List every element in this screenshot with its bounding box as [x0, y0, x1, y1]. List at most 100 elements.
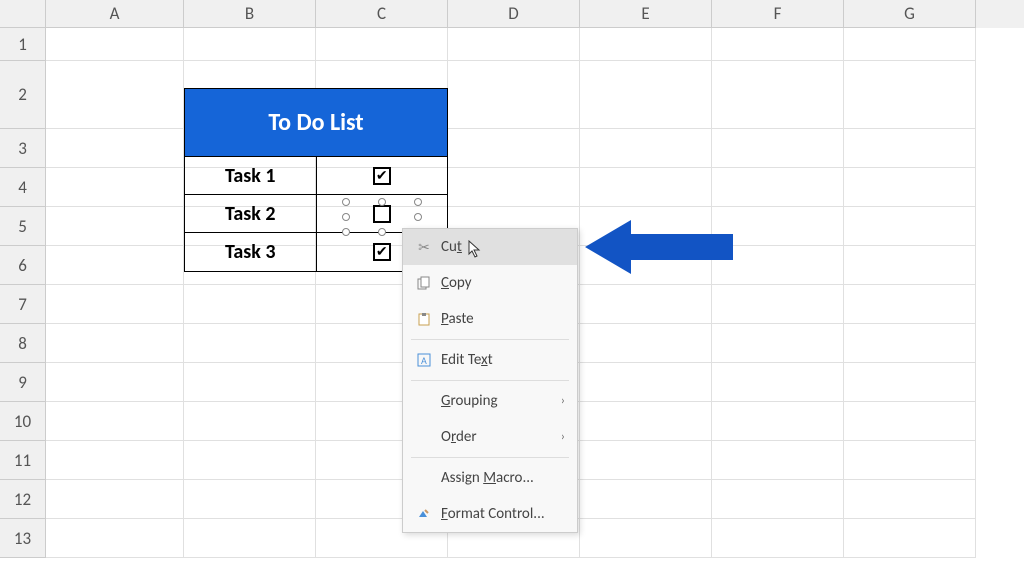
menu-item-order[interactable]: Order ›	[403, 419, 577, 455]
cell[interactable]	[316, 28, 448, 61]
row-header-11[interactable]: 11	[0, 441, 46, 480]
cell[interactable]	[46, 480, 184, 519]
col-header-G[interactable]: G	[844, 0, 976, 28]
cell[interactable]	[844, 207, 976, 246]
cell[interactable]	[844, 324, 976, 363]
menu-separator	[411, 457, 569, 458]
cell[interactable]	[580, 363, 712, 402]
cell[interactable]	[580, 441, 712, 480]
menu-item-grouping[interactable]: Grouping ›	[403, 383, 577, 419]
cell[interactable]	[580, 402, 712, 441]
col-header-C[interactable]: C	[316, 0, 448, 28]
cell[interactable]	[712, 168, 844, 207]
cell[interactable]	[844, 519, 976, 558]
cell[interactable]	[184, 519, 316, 558]
cell[interactable]	[448, 28, 580, 61]
cell[interactable]	[46, 168, 184, 207]
cell[interactable]	[46, 285, 184, 324]
row-header-1[interactable]: 1	[0, 28, 46, 61]
cell[interactable]	[46, 61, 184, 129]
col-header-D[interactable]: D	[448, 0, 580, 28]
cell[interactable]	[580, 168, 712, 207]
cell[interactable]	[46, 28, 184, 61]
cell[interactable]	[844, 28, 976, 61]
cell[interactable]	[580, 61, 712, 129]
cell[interactable]	[844, 441, 976, 480]
paste-icon	[413, 312, 435, 326]
menu-item-format-control[interactable]: Format Control...	[403, 496, 577, 532]
row-header-3[interactable]: 3	[0, 129, 46, 168]
cell[interactable]	[844, 402, 976, 441]
cell[interactable]	[46, 402, 184, 441]
row-header-8[interactable]: 8	[0, 324, 46, 363]
cell[interactable]	[844, 363, 976, 402]
cell[interactable]	[580, 285, 712, 324]
checkbox-task3[interactable]: ✔	[373, 243, 391, 261]
cell[interactable]	[580, 129, 712, 168]
menu-separator	[411, 339, 569, 340]
chevron-right-icon: ›	[561, 394, 565, 408]
cell[interactable]	[46, 441, 184, 480]
row-header-12[interactable]: 12	[0, 480, 46, 519]
checkbox-task1[interactable]: ✔	[373, 167, 391, 185]
task-label: Task 3	[185, 233, 317, 271]
cell[interactable]	[844, 285, 976, 324]
cell[interactable]	[580, 519, 712, 558]
cell[interactable]	[184, 480, 316, 519]
row-header-13[interactable]: 13	[0, 519, 46, 558]
cell[interactable]	[712, 402, 844, 441]
cell[interactable]	[184, 324, 316, 363]
cell[interactable]	[712, 324, 844, 363]
cell[interactable]	[448, 168, 580, 207]
cell[interactable]	[844, 168, 976, 207]
cell[interactable]	[844, 129, 976, 168]
row-header-10[interactable]: 10	[0, 402, 46, 441]
cell[interactable]	[712, 519, 844, 558]
cell[interactable]	[46, 207, 184, 246]
col-header-E[interactable]: E	[580, 0, 712, 28]
row-header-6[interactable]: 6	[0, 246, 46, 285]
cell[interactable]	[46, 129, 184, 168]
cell[interactable]	[184, 402, 316, 441]
cell[interactable]	[184, 28, 316, 61]
checkbox-task2[interactable]	[373, 205, 391, 223]
cell[interactable]	[46, 246, 184, 285]
cell[interactable]	[448, 61, 580, 129]
row-header-9[interactable]: 9	[0, 363, 46, 402]
col-header-B[interactable]: B	[184, 0, 316, 28]
cell[interactable]	[580, 324, 712, 363]
cell[interactable]	[712, 129, 844, 168]
cell[interactable]	[712, 480, 844, 519]
cell[interactable]	[712, 285, 844, 324]
cell[interactable]	[580, 28, 712, 61]
annotation-arrow-icon	[585, 218, 735, 281]
svg-text:A: A	[421, 354, 427, 367]
cell[interactable]	[844, 480, 976, 519]
col-header-A[interactable]: A	[46, 0, 184, 28]
menu-item-copy[interactable]: Copy	[403, 265, 577, 301]
cell[interactable]	[46, 324, 184, 363]
cell[interactable]	[184, 285, 316, 324]
cell[interactable]	[844, 246, 976, 285]
cell[interactable]	[580, 480, 712, 519]
row-header-4[interactable]: 4	[0, 168, 46, 207]
row-header-2[interactable]: 2	[0, 61, 46, 129]
cell[interactable]	[712, 363, 844, 402]
cell[interactable]	[844, 61, 976, 129]
menu-item-edit-text[interactable]: A Edit Text	[403, 342, 577, 378]
menu-item-cut[interactable]: ✂ Cut	[403, 229, 577, 265]
cell[interactable]	[712, 61, 844, 129]
cell[interactable]	[46, 519, 184, 558]
col-header-F[interactable]: F	[712, 0, 844, 28]
cell[interactable]	[46, 363, 184, 402]
menu-item-paste[interactable]: Paste	[403, 301, 577, 337]
row-header-7[interactable]: 7	[0, 285, 46, 324]
menu-item-assign-macro[interactable]: Assign Macro...	[403, 460, 577, 496]
row-header-5[interactable]: 5	[0, 207, 46, 246]
cell[interactable]	[448, 129, 580, 168]
cell[interactable]	[712, 28, 844, 61]
cell[interactable]	[184, 363, 316, 402]
select-all-corner[interactable]	[0, 0, 46, 28]
cell[interactable]	[712, 441, 844, 480]
cell[interactable]	[184, 441, 316, 480]
